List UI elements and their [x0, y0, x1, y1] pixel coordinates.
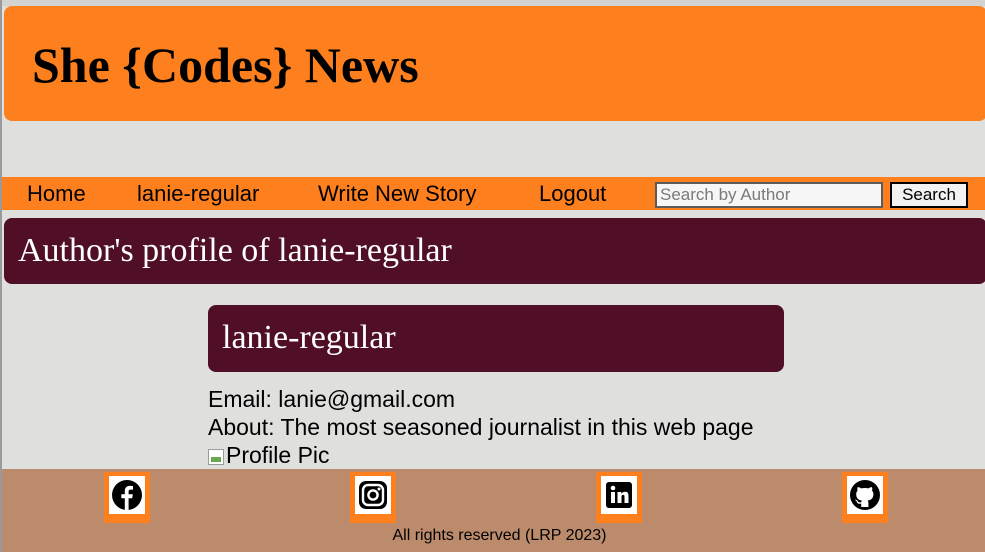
main-nav: Home lanie-regular Write New Story Logou…: [2, 177, 985, 210]
search-author-input[interactable]: [655, 182, 883, 208]
profile-banner: Author's profile of lanie-regular: [4, 218, 985, 284]
github-icon: [850, 480, 880, 510]
linkedin-icon: [606, 482, 632, 508]
broken-image-icon: [208, 449, 224, 465]
site-title[interactable]: She {Codes} News: [32, 38, 419, 92]
nav-link-logout[interactable]: Logout: [539, 180, 606, 208]
site-header: She {Codes} News: [4, 6, 985, 121]
nav-link-write-new-story[interactable]: Write New Story: [318, 180, 477, 208]
profile-picture: Profile Pic: [208, 441, 330, 469]
github-link[interactable]: [842, 472, 888, 523]
profile-picture-alt: Profile Pic: [226, 442, 330, 468]
instagram-link[interactable]: [350, 472, 396, 523]
facebook-link[interactable]: [104, 472, 150, 523]
nav-link-profile[interactable]: lanie-regular: [137, 180, 259, 208]
linkedin-link[interactable]: [596, 472, 642, 523]
nav-link-home[interactable]: Home: [27, 180, 86, 208]
author-username: lanie-regular: [222, 319, 396, 356]
page-title: Author's profile of lanie-regular: [18, 232, 452, 269]
instagram-icon: [359, 481, 387, 509]
facebook-icon: [112, 480, 142, 510]
copyright-text: All rights reserved (LRP 2023): [392, 527, 607, 544]
site-footer: All rights reserved (LRP 2023): [2, 469, 985, 552]
search-button[interactable]: Search: [890, 182, 968, 208]
author-name-card: lanie-regular: [208, 305, 784, 372]
author-about: About: The most seasoned journalist in t…: [208, 414, 754, 440]
author-email: Email: lanie@gmail.com: [208, 386, 456, 412]
